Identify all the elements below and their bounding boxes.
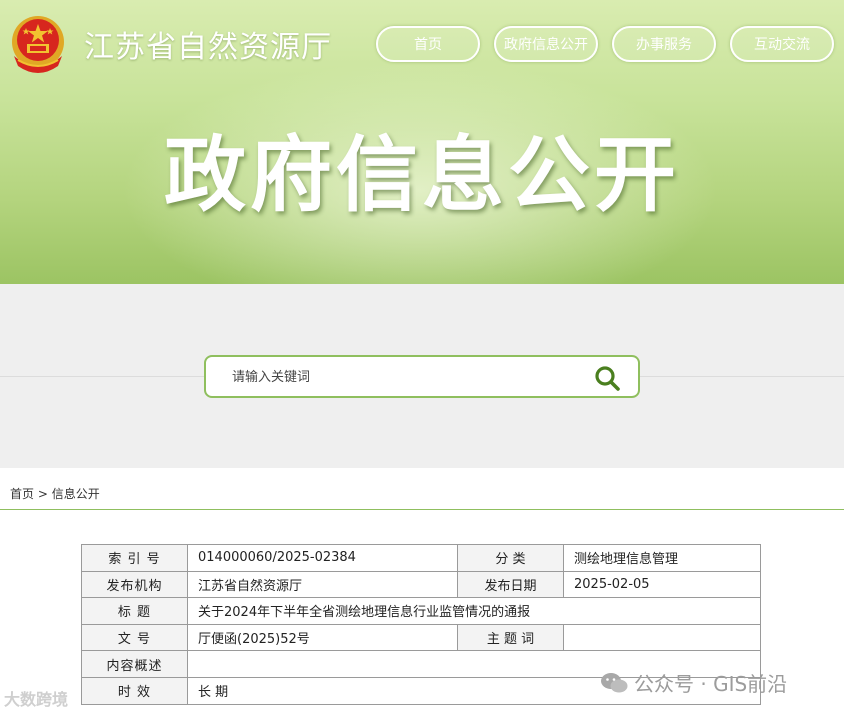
wechat-watermark: 公众号 · GIS前沿	[600, 668, 787, 697]
breadcrumb-home-link[interactable]: 首页	[10, 487, 34, 501]
table-row: 标 题 关于2024年下半年全省测绘地理信息行业监管情况的通报	[81, 597, 761, 625]
table-row: 发布机构 江苏省自然资源厅 发布日期 2025-02-05	[81, 570, 761, 599]
header-banner: 江苏省自然资源厅 首页 政府信息公开 办事服务 互动交流 政府信息公开	[0, 0, 844, 284]
nav-home-button[interactable]: 首页	[376, 26, 480, 62]
index-number-value: 014000060/2025-02384	[187, 544, 458, 572]
title-label: 标 题	[81, 597, 188, 625]
nav-services-button[interactable]: 办事服务	[612, 26, 716, 62]
corner-watermark: 大数跨境	[4, 690, 69, 709]
validity-label: 时 效	[81, 676, 188, 705]
wechat-icon	[601, 672, 628, 692]
subject-words-label: 主 题 词	[457, 623, 564, 652]
site-title[interactable]: 江苏省自然资源厅	[84, 22, 332, 66]
subject-words-value	[563, 623, 761, 652]
publish-date-value: 2025-02-05	[563, 570, 761, 599]
search-input[interactable]	[232, 366, 572, 388]
issuer-label: 发布机构	[81, 570, 188, 599]
breadcrumb-separator: >	[37, 487, 48, 501]
search-section	[0, 284, 844, 468]
summary-label: 内容概述	[81, 650, 188, 678]
national-emblem-icon	[12, 16, 64, 73]
index-number-label: 索 引 号	[81, 544, 188, 572]
breadcrumb: 首页 > 信息公开	[10, 485, 100, 502]
issuer-value: 江苏省自然资源厅	[187, 570, 458, 599]
category-value: 测绘地理信息管理	[563, 544, 761, 572]
table-row: 文 号 厅便函(2025)52号 主 题 词	[81, 623, 761, 652]
breadcrumb-divider	[0, 509, 844, 510]
publish-date-label: 发布日期	[457, 570, 564, 599]
title-value: 关于2024年下半年全省测绘地理信息行业监管情况的通报	[187, 597, 761, 625]
category-label: 分 类	[457, 544, 564, 572]
hero-title: 政府信息公开	[163, 128, 680, 223]
document-number-label: 文 号	[81, 623, 188, 652]
wechat-watermark-text: 公众号 · GIS前沿	[634, 672, 788, 696]
breadcrumb-current-link[interactable]: 信息公开	[52, 487, 100, 501]
document-number-value: 厅便函(2025)52号	[187, 623, 458, 652]
search-box	[204, 355, 640, 398]
main-nav: 首页 政府信息公开 办事服务 互动交流	[376, 26, 834, 62]
nav-info-disclosure-button[interactable]: 政府信息公开	[494, 26, 598, 62]
search-icon[interactable]	[594, 365, 620, 391]
table-row: 索 引 号 014000060/2025-02384 分 类 测绘地理信息管理	[81, 544, 761, 572]
nav-interaction-button[interactable]: 互动交流	[730, 26, 834, 62]
